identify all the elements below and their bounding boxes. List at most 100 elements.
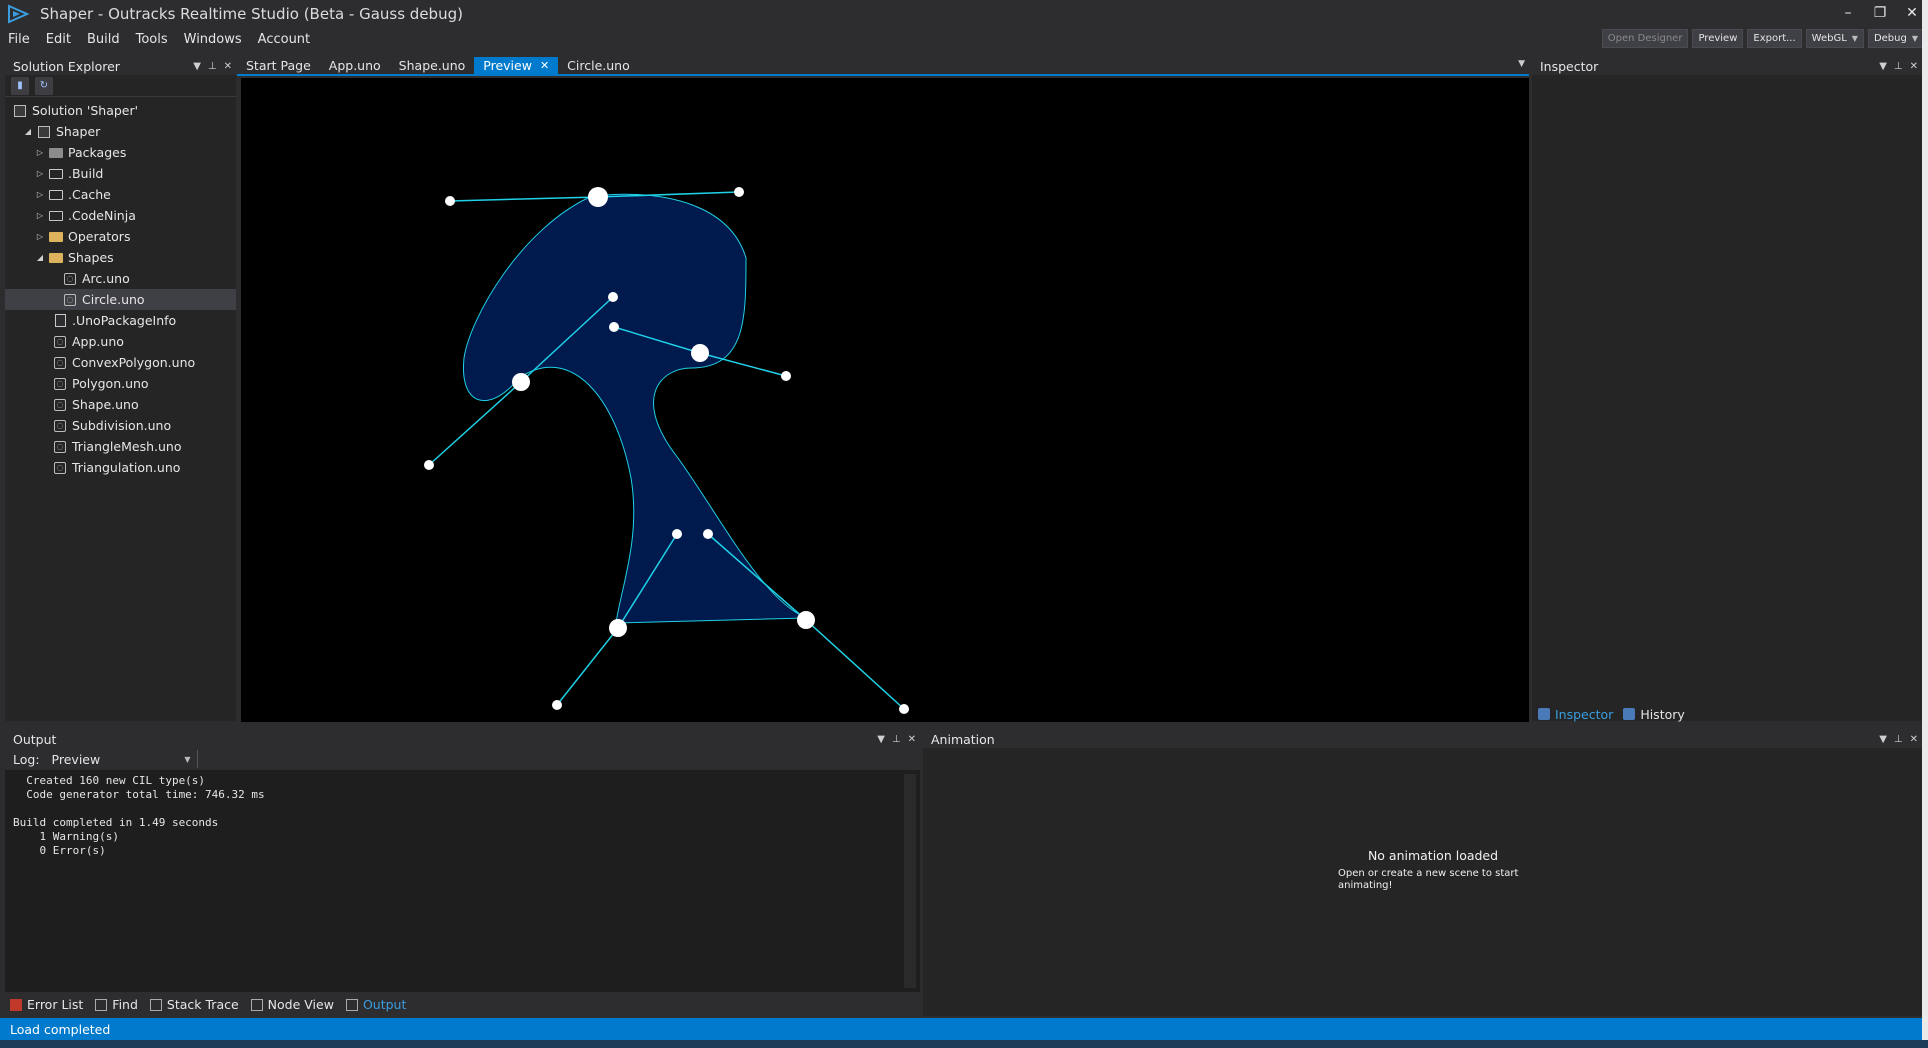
menu-file[interactable]: File xyxy=(0,32,38,47)
tree-item-file-selected[interactable]: ◌ Circle.uno xyxy=(5,289,236,310)
open-designer-button[interactable]: Open Designer xyxy=(1601,29,1689,48)
tree-item-folder[interactable]: ▷ .Cache xyxy=(5,184,236,205)
pin-icon[interactable]: ⊥ xyxy=(1894,734,1903,745)
collapsed-arrow-icon[interactable]: ▷ xyxy=(35,169,45,178)
tab-label: Stack Trace xyxy=(166,997,239,1012)
collapsed-arrow-icon[interactable]: ▷ xyxy=(35,148,45,157)
control-point[interactable] xyxy=(424,460,434,470)
control-point[interactable] xyxy=(609,322,619,332)
pin-icon[interactable]: ⊥ xyxy=(1894,61,1903,72)
tab-find[interactable]: Find xyxy=(95,997,138,1012)
panel-menu-icon[interactable]: ▼ xyxy=(1879,61,1887,72)
shape-canvas[interactable] xyxy=(241,78,1529,722)
control-point[interactable] xyxy=(734,187,744,197)
refresh-icon[interactable]: ↻ xyxy=(35,76,53,95)
close-icon[interactable]: ✕ xyxy=(1910,734,1918,745)
tab-start-page[interactable]: Start Page xyxy=(237,57,320,74)
tab-shape-uno[interactable]: Shape.uno xyxy=(390,57,475,74)
export-button[interactable]: Export... xyxy=(1747,29,1802,48)
pin-icon[interactable]: ⊥ xyxy=(892,734,901,745)
tree-item-file[interactable]: ◌ Triangulation.uno xyxy=(5,457,236,478)
tab-output[interactable]: Output xyxy=(345,997,406,1012)
control-point[interactable] xyxy=(899,704,909,714)
tree-item-file[interactable]: ◌ ConvexPolygon.uno xyxy=(5,352,236,373)
tab-node-view[interactable]: Node View xyxy=(250,997,334,1012)
preview-button[interactable]: Preview xyxy=(1692,29,1744,48)
menu-windows[interactable]: Windows xyxy=(176,32,250,47)
tree-item-file[interactable]: ◌ Arc.uno xyxy=(5,268,236,289)
tree-item-file[interactable]: ◌ App.uno xyxy=(5,331,236,352)
menu-account[interactable]: Account xyxy=(250,32,319,47)
log-line: 0 Error(s) xyxy=(13,844,106,857)
minimize-button[interactable]: – xyxy=(1832,0,1864,26)
empty-subtitle: Open or create a new scene to start anim… xyxy=(1338,868,1519,891)
tab-label: Node View xyxy=(267,997,334,1012)
control-point[interactable] xyxy=(552,700,562,710)
empty-title: No animation loaded xyxy=(1367,848,1499,863)
tree-item-file[interactable]: ◌ TriangleMesh.uno xyxy=(5,436,236,457)
tree-item-solution[interactable]: Solution 'Shaper' xyxy=(5,100,236,121)
show-all-icon[interactable]: ▮ xyxy=(11,76,29,95)
control-point[interactable] xyxy=(672,529,682,539)
close-icon[interactable]: ✕ xyxy=(1910,61,1918,72)
menu-build[interactable]: Build xyxy=(79,32,128,47)
solution-explorer-header: Solution Explorer ▼ ⊥ ✕ xyxy=(5,57,236,75)
tree-label: Solution 'Shaper' xyxy=(32,103,139,118)
target-dropdown[interactable]: WebGL ▼ xyxy=(1805,29,1864,48)
collapsed-arrow-icon[interactable]: ▷ xyxy=(35,232,45,241)
inspector-icon xyxy=(1538,708,1550,720)
panel-menu-icon[interactable]: ▼ xyxy=(1879,734,1887,745)
tab-history[interactable]: History xyxy=(1623,707,1685,722)
control-point[interactable] xyxy=(781,371,791,381)
restore-button[interactable]: ❐ xyxy=(1864,0,1896,26)
tree-item-file[interactable]: ◌ Subdivision.uno xyxy=(5,415,236,436)
tree-item-file[interactable]: ◌ Shape.uno xyxy=(5,394,236,415)
tree-item-folder[interactable]: ▷ Packages xyxy=(5,142,236,163)
panel-menu-icon[interactable]: ▼ xyxy=(193,61,201,72)
folder-icon xyxy=(49,168,63,179)
preview-viewport[interactable] xyxy=(241,78,1529,722)
tab-inspector[interactable]: Inspector xyxy=(1538,707,1613,722)
anchor-point[interactable] xyxy=(797,611,815,629)
config-dropdown[interactable]: Debug ▼ xyxy=(1867,29,1924,48)
anchor-point[interactable] xyxy=(609,619,627,637)
menu-edit[interactable]: Edit xyxy=(38,32,79,47)
close-tab-icon[interactable]: ✕ xyxy=(540,59,549,72)
tab-app-uno[interactable]: App.uno xyxy=(320,57,390,74)
anchor-point[interactable] xyxy=(588,187,608,207)
anchor-point[interactable] xyxy=(512,373,530,391)
control-point[interactable] xyxy=(608,292,618,302)
tree-item-project[interactable]: ◢ Shaper xyxy=(5,121,236,142)
menu-tools[interactable]: Tools xyxy=(128,32,176,47)
anchor-point[interactable] xyxy=(691,344,709,362)
tab-circle-uno[interactable]: Circle.uno xyxy=(558,57,639,74)
tree-label: Circle.uno xyxy=(82,292,145,307)
tree-item-folder[interactable]: ▷ .Build xyxy=(5,163,236,184)
panel-menu-icon[interactable]: ▼ xyxy=(877,734,885,745)
close-icon[interactable]: ✕ xyxy=(908,734,916,745)
tab-preview[interactable]: Preview ✕ xyxy=(474,57,559,74)
collapsed-arrow-icon[interactable]: ▷ xyxy=(35,190,45,199)
tree-item-folder[interactable]: ▷ .CodeNinja xyxy=(5,205,236,226)
tree-item-folder[interactable]: ▷ Operators xyxy=(5,226,236,247)
collapsed-arrow-icon[interactable]: ▷ xyxy=(35,211,45,220)
tab-stack-trace[interactable]: Stack Trace xyxy=(149,997,239,1012)
pin-icon[interactable]: ⊥ xyxy=(208,61,217,72)
control-point[interactable] xyxy=(445,196,455,206)
inspector-tab-bar: Inspector History xyxy=(1532,704,1922,724)
packages-folder-icon xyxy=(49,147,63,158)
expanded-arrow-icon[interactable]: ◢ xyxy=(23,127,33,136)
log-source-dropdown[interactable]: Preview ▼ xyxy=(47,750,198,768)
tree-item-folder[interactable]: ◢ Shapes xyxy=(5,247,236,268)
tab-error-list[interactable]: Error List xyxy=(10,997,83,1012)
close-icon[interactable]: ✕ xyxy=(224,61,232,72)
expanded-arrow-icon[interactable]: ◢ xyxy=(35,253,45,262)
tree-item-file[interactable]: ◌ Polygon.uno xyxy=(5,373,236,394)
solution-explorer-panel: Solution Explorer ▼ ⊥ ✕ ▮ ↻ Solution 'Sh… xyxy=(5,57,236,721)
output-scrollbar[interactable] xyxy=(904,774,916,988)
tab-overflow-icon[interactable]: ▼ xyxy=(1518,59,1525,69)
control-point[interactable] xyxy=(703,529,713,539)
tab-label: Shape.uno xyxy=(398,58,466,73)
panel-title: Output xyxy=(13,731,57,747)
tree-item-file[interactable]: .UnoPackageInfo xyxy=(5,310,236,331)
